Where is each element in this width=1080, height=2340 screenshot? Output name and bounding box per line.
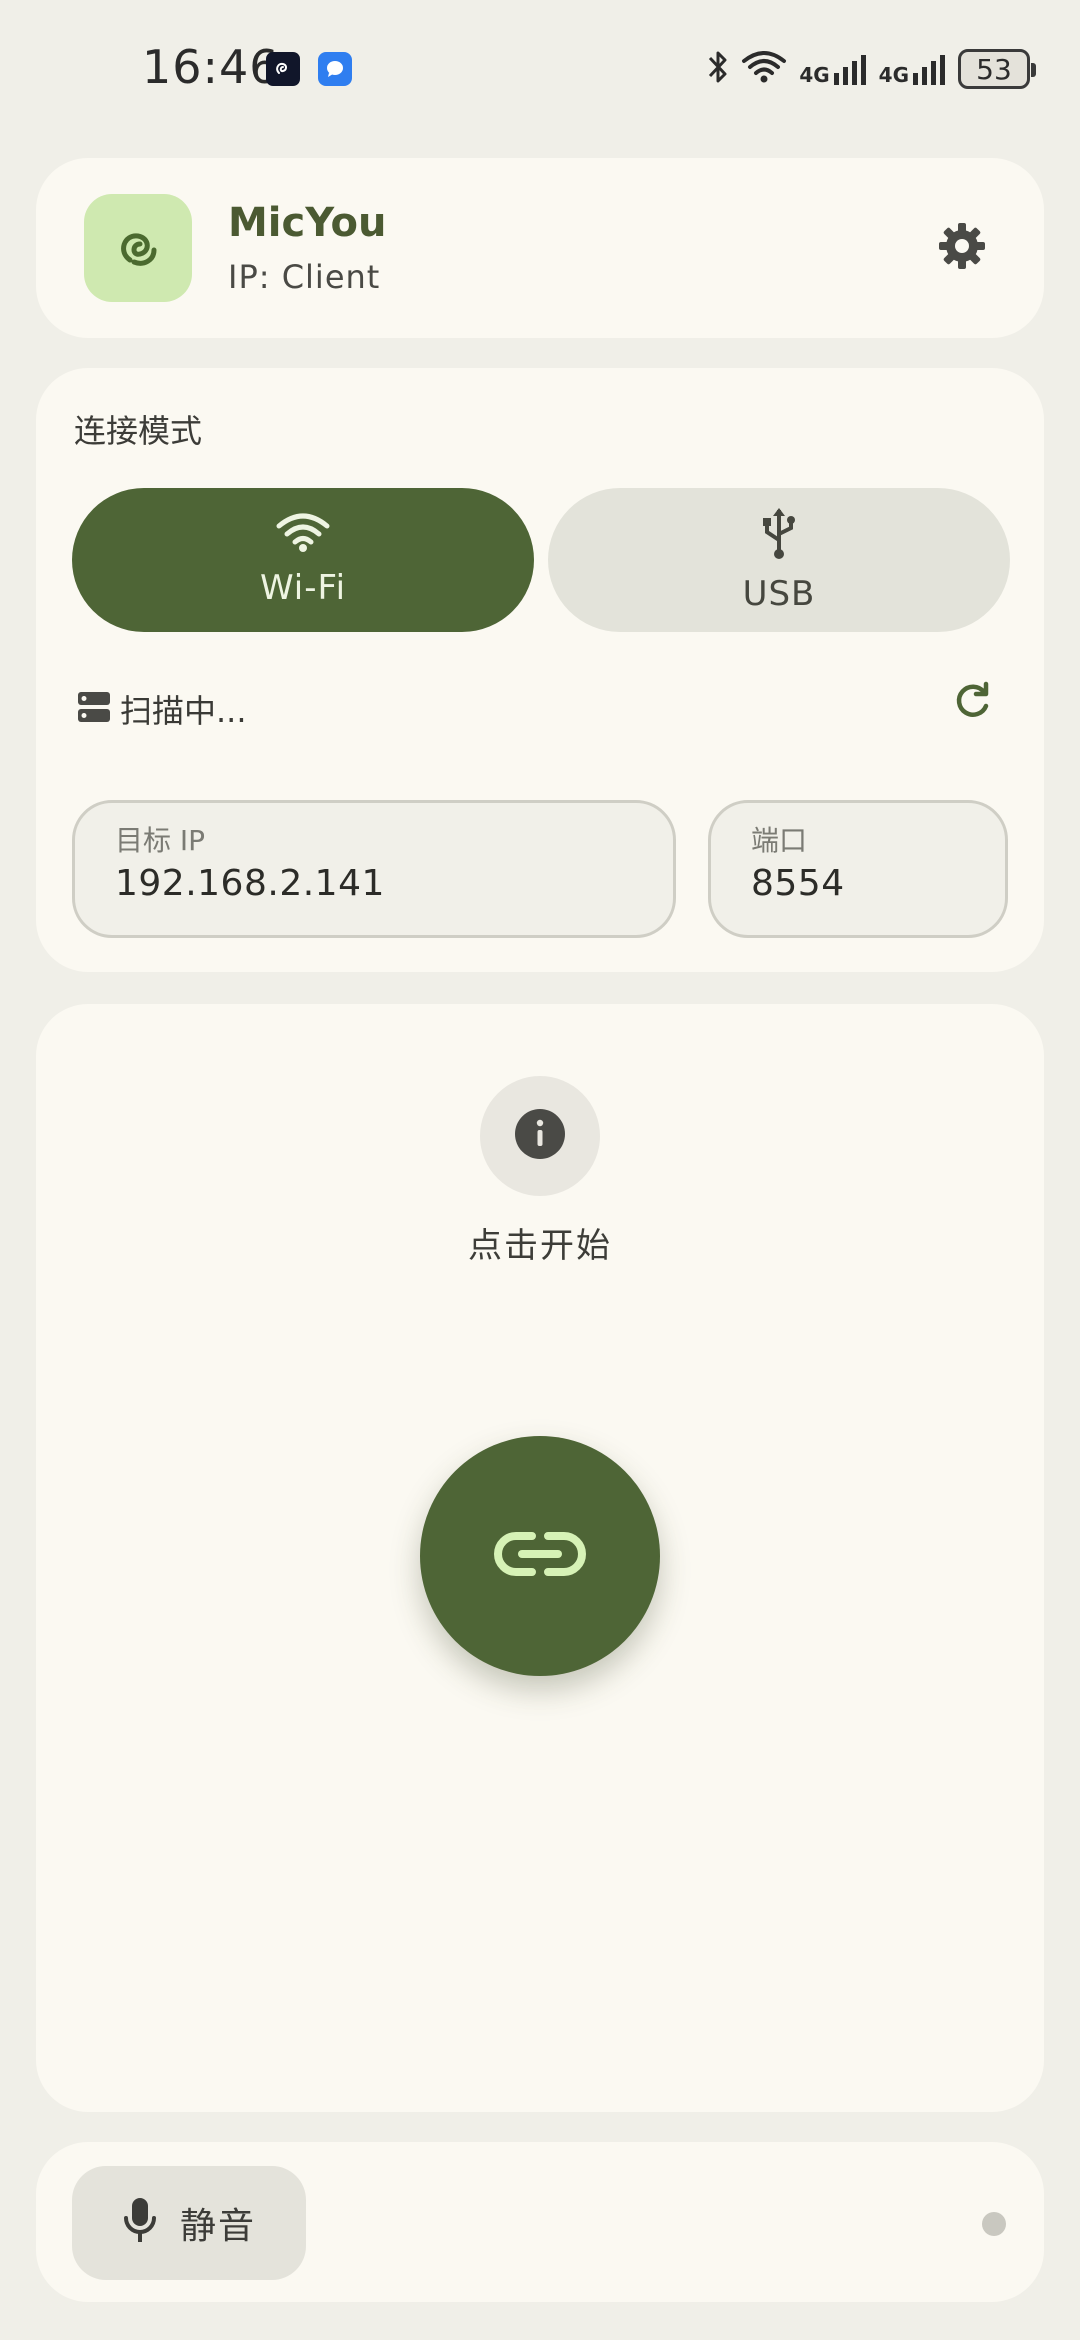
mode-usb-button[interactable]: USB	[548, 488, 1010, 632]
microphone-icon	[122, 2196, 158, 2250]
signal-1-icon: 4G	[799, 53, 866, 85]
network-type-1: 4G	[799, 63, 830, 87]
bottom-bar-card: 静音	[36, 2142, 1044, 2302]
wifi-icon	[275, 512, 331, 558]
app-logo-icon	[84, 194, 192, 302]
target-ip-label: 目标 IP	[115, 824, 206, 857]
target-ip-field[interactable]: 目标 IP 192.168.2.141	[72, 800, 676, 938]
refresh-button[interactable]	[936, 668, 1008, 740]
micyou-notification-icon	[266, 52, 300, 86]
app-name: MicYou	[228, 200, 387, 246]
signal-2-icon: 4G	[879, 53, 946, 85]
network-type-2: 4G	[878, 63, 909, 87]
usb-icon	[759, 506, 799, 564]
mute-button[interactable]: 静音	[72, 2166, 306, 2280]
connection-mode-card: 连接模式 Wi-Fi USB 扫描中... 目标 IP 192.168.2.14…	[36, 368, 1044, 972]
scan-status-text: 扫描中...	[120, 692, 247, 730]
status-icons: 4G 4G 53	[707, 44, 1036, 94]
message-notification-icon	[318, 52, 352, 86]
connect-button[interactable]	[420, 1436, 660, 1676]
info-icon	[514, 1108, 566, 1164]
link-icon	[492, 1528, 588, 1584]
audio-level-indicator	[982, 2212, 1006, 2236]
port-label: 端口	[751, 824, 808, 857]
scan-status-row: 扫描中...	[76, 686, 247, 732]
gear-icon	[936, 220, 988, 276]
refresh-icon	[950, 680, 994, 728]
main-control-card: 点击开始	[36, 1004, 1044, 2112]
app-header-card: MicYou IP: Client	[36, 158, 1044, 338]
settings-button[interactable]	[916, 202, 1008, 294]
mode-wifi-button[interactable]: Wi-Fi	[72, 488, 534, 632]
start-hint-text: 点击开始	[468, 1226, 612, 1266]
wifi-status-icon	[741, 49, 787, 89]
target-ip-value: 192.168.2.141	[115, 863, 385, 904]
status-indicator	[480, 1076, 600, 1196]
port-value: 8554	[751, 863, 845, 904]
status-bar: 16:46 4G 4G 53	[0, 0, 1080, 140]
battery-level: 53	[976, 52, 1012, 86]
status-time: 16:46	[142, 40, 280, 94]
port-field[interactable]: 端口 8554	[708, 800, 1008, 938]
server-icon	[76, 689, 112, 729]
app-ip-label: IP: Client	[228, 258, 381, 296]
mute-label: 静音	[179, 2206, 256, 2247]
bluetooth-icon	[707, 49, 729, 89]
mode-wifi-label: Wi-Fi	[259, 568, 347, 608]
section-title-connection-mode: 连接模式	[74, 412, 203, 450]
battery-icon: 53	[958, 49, 1036, 89]
mode-usb-label: USB	[742, 574, 816, 614]
